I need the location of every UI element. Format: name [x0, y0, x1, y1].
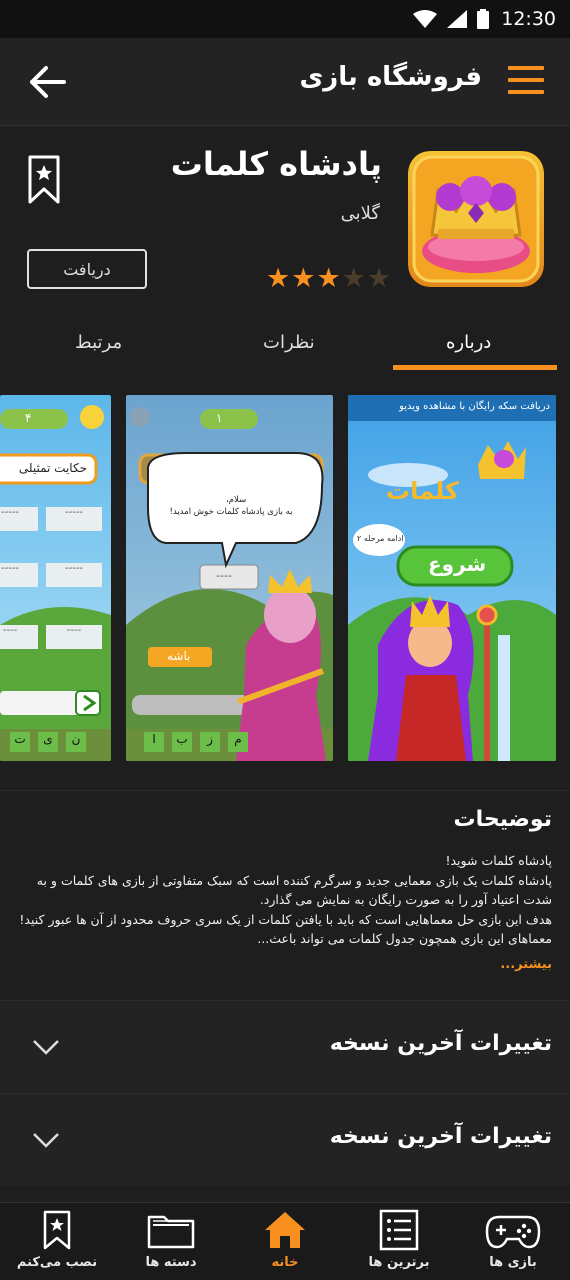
home-icon — [265, 1212, 305, 1248]
screenshot-gallery[interactable]: دریافت سکه رایگان با مشاهده ویدیو کلمات … — [0, 395, 570, 763]
section-title: تغییرات آخرین نسخه — [329, 1031, 552, 1056]
changelog-section[interactable]: تغییرات آخرین نسخه — [0, 1093, 570, 1185]
screenshot-1[interactable]: دریافت سکه رایگان با مشاهده ویدیو کلمات … — [348, 395, 556, 761]
tab-indicator — [393, 365, 557, 370]
changelog-section[interactable]: تغییرات آخرین نسخه — [0, 1000, 570, 1092]
screenshot-bubble: ادامه مرحله ۲ — [357, 534, 404, 543]
tab-about[interactable]: درباره — [446, 332, 491, 353]
more-link[interactable]: بیشتر... — [500, 957, 552, 972]
app-title: پادشاه کلمات — [170, 145, 382, 183]
tab-bar: درباره نظرات مرتبط — [0, 318, 570, 370]
wifi-icon — [413, 10, 438, 28]
description-body: پادشاه کلمات شوید! پادشاه کلمات یک بازی … — [14, 851, 552, 949]
screenshot-letters: ت ی ن — [10, 732, 86, 752]
screenshot-greeting: سلام، — [226, 495, 247, 505]
screenshot-story: حکایت تمثیلی — [18, 461, 87, 475]
bookmark-icon — [43, 1210, 71, 1250]
star-icon: ★ — [341, 263, 366, 294]
tab-related[interactable]: مرتبط — [75, 332, 122, 353]
nav-item-home[interactable]: خانه — [228, 1209, 342, 1279]
screenshot-2[interactable]: ۱ سلام، به بازی پادشاه کلمات خوش امدید! … — [126, 395, 333, 761]
section-title: تغییرات آخرین نسخه — [329, 1124, 552, 1149]
description-line: هدف این بازی حل معماهایی است که باید با … — [19, 911, 552, 927]
nav-item-games[interactable]: بازی ها — [456, 1209, 570, 1279]
chevron-down-icon[interactable] — [32, 1132, 60, 1148]
status-icons — [413, 9, 490, 29]
rating-stars: ★ ★ ★ ★ ★ — [266, 265, 391, 293]
description-line: معماهای این بازی همچون جدول کلمات می توا… — [257, 931, 552, 946]
signal-icon — [447, 10, 468, 28]
app-icon — [408, 151, 544, 287]
screenshot-banner: دریافت سکه رایگان با مشاهده ویدیو — [399, 401, 550, 412]
star-icon: ★ — [291, 263, 316, 294]
star-icon: ★ — [366, 263, 392, 294]
nav-label: نصب می‌کنم — [16, 1255, 98, 1270]
bookmark-icon[interactable] — [28, 155, 60, 205]
bottom-nav: نصب می‌کنم دسته ها خانه برترین ها با — [0, 1202, 570, 1280]
screenshot-ok: باشه — [167, 649, 191, 663]
description-line: پادشاه کلمات شوید! — [445, 853, 552, 868]
gamepad-icon — [485, 1215, 541, 1249]
nav-item-installed[interactable]: نصب می‌کنم — [0, 1209, 114, 1279]
description-line: پادشاه کلمات یک بازی معمایی جدید و سرگرم… — [36, 872, 552, 908]
star-icon: ★ — [316, 263, 341, 294]
page-title: فروشگاه بازی — [299, 62, 482, 92]
screenshot-count: ۴ — [25, 411, 32, 425]
battery-icon — [477, 9, 490, 29]
nav-item-categories[interactable]: دسته ها — [114, 1209, 228, 1279]
folder-icon — [147, 1215, 195, 1249]
status-bar: 12:30 — [0, 0, 570, 38]
app-developer[interactable]: گلابی — [341, 203, 380, 224]
screenshot-letters: ا ب ز م — [144, 732, 248, 752]
get-button[interactable]: دریافت — [27, 249, 147, 289]
list-icon — [379, 1209, 419, 1251]
nav-label: برترین ها — [368, 1255, 430, 1270]
app-header: پادشاه کلمات گلابی ★ ★ ★ ★ ★ دریافت — [0, 127, 570, 317]
screenshot-blank: ---- — [216, 569, 232, 582]
nav-label: خانه — [271, 1255, 299, 1270]
hamburger-menu-icon[interactable] — [508, 66, 544, 96]
screenshot-start: شروع — [428, 552, 487, 576]
app-bar: فروشگاه بازی — [0, 38, 570, 126]
arrow-left-icon[interactable] — [28, 64, 68, 100]
nav-label: دسته ها — [145, 1255, 197, 1270]
screenshot-level: ۱ — [216, 411, 223, 425]
description-title: توضیحات — [453, 807, 552, 832]
status-time: 12:30 — [501, 8, 556, 30]
nav-item-top[interactable]: برترین ها — [342, 1209, 456, 1279]
screenshot-3[interactable]: ۴ حکایت تمثیلی ----- ----- ----- ----- -… — [0, 395, 111, 761]
screenshot-welcome: به بازی پادشاه کلمات خوش امدید! — [169, 507, 293, 517]
tab-reviews[interactable]: نظرات — [263, 332, 315, 353]
chevron-down-icon[interactable] — [32, 1039, 60, 1055]
nav-label: بازی ها — [489, 1255, 537, 1270]
description-section: توضیحات پادشاه کلمات شوید! پادشاه کلمات … — [0, 790, 570, 1000]
screenshot-logo: کلمات — [386, 477, 459, 505]
star-icon: ★ — [266, 263, 291, 294]
